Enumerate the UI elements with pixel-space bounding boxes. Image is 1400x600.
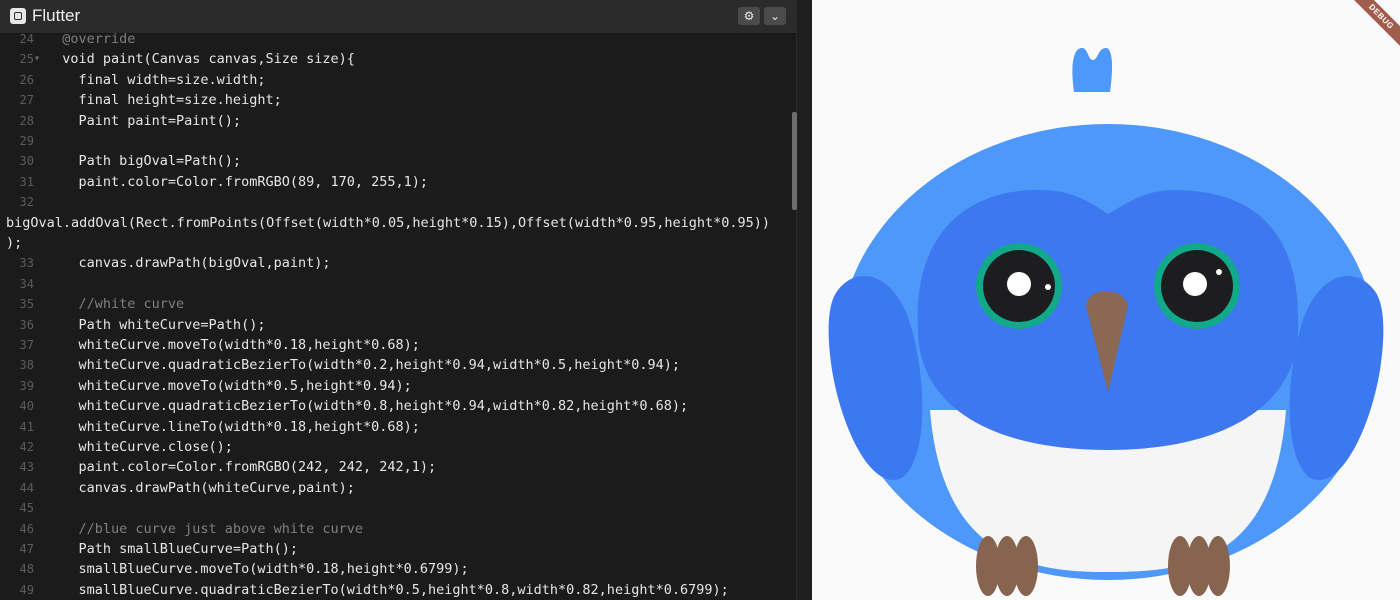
code-line[interactable]: 34 xyxy=(0,274,796,294)
code-line[interactable]: 43 paint.color=Color.fromRGBO(242, 242, … xyxy=(0,457,796,477)
code-line[interactable]: 26 final width=size.width; xyxy=(0,70,796,90)
line-number: 27 xyxy=(19,93,34,108)
code-text: //white curve xyxy=(46,296,185,313)
owl-eye-right-highlight xyxy=(1183,272,1207,296)
code-text: whiteCurve.quadraticBezierTo(width*0.8,h… xyxy=(46,398,689,415)
code-line[interactable]: bigOval.addOval(Rect.fromPoints(Offset(w… xyxy=(0,213,796,233)
line-number: 48 xyxy=(19,562,34,577)
line-number: 41 xyxy=(19,419,34,434)
code-text: whiteCurve.lineTo(width*0.18,height*0.68… xyxy=(46,418,420,435)
app-preview: DEBUG xyxy=(812,0,1400,600)
gear-icon: ⚙ xyxy=(743,9,755,23)
code-area[interactable]: 24 @override 25 ▾ void paint(Canvas canvas… xyxy=(0,29,796,600)
code-line[interactable]: 39 whiteCurve.moveTo(width*0.5,height*0.… xyxy=(0,376,796,396)
code-editor: Flutter ⚙ ⌄ 24 @override 25 ▾ void paint(C… xyxy=(0,0,812,600)
code-line[interactable]: 37 whiteCurve.moveTo(width*0.18,height*0… xyxy=(0,335,796,355)
code-line[interactable]: 48 smallBlueCurve.moveTo(width*0.18,heig… xyxy=(0,559,796,579)
code-line[interactable]: 36 Path whiteCurve=Path(); xyxy=(0,315,796,335)
code-line[interactable]: 33 canvas.drawPath(bigOval,paint); xyxy=(0,253,796,273)
fold-toggle-icon[interactable]: ▾ xyxy=(34,49,40,69)
code-text: canvas.drawPath(whiteCurve,paint); xyxy=(46,479,355,496)
code-text: canvas.drawPath(bigOval,paint); xyxy=(46,255,331,272)
code-line[interactable]: 47 Path smallBlueCurve=Path(); xyxy=(0,539,796,559)
code-text: //blue curve just above white curve xyxy=(46,520,363,537)
code-line[interactable]: ); xyxy=(0,233,796,253)
line-number: 49 xyxy=(19,582,34,597)
line-number: 32 xyxy=(19,195,34,210)
line-number: 44 xyxy=(19,480,34,495)
code-text: paint.color=Color.fromRGBO(242, 242, 242… xyxy=(46,459,437,476)
code-text: final width=size.width; xyxy=(46,71,266,88)
code-text: Path smallBlueCurve=Path(); xyxy=(46,541,298,557)
line-number: 34 xyxy=(19,276,34,291)
code-line[interactable]: 41 whiteCurve.lineTo(width*0.18,height*0… xyxy=(0,417,796,437)
line-number: 38 xyxy=(19,358,34,373)
line-number: 46 xyxy=(19,521,34,536)
code-line[interactable]: 29 xyxy=(0,131,796,151)
scrollbar-track[interactable] xyxy=(796,0,812,600)
owl-foot-right-3 xyxy=(1206,536,1230,596)
code-text: paint.color=Color.fromRGBO(89, 170, 255,… xyxy=(46,173,429,190)
code-line[interactable]: 32 xyxy=(0,192,796,212)
code-line[interactable]: 38 whiteCurve.quadraticBezierTo(width*0.… xyxy=(0,355,796,375)
owl-illustration xyxy=(828,48,1384,596)
code-line[interactable]: 24 @override xyxy=(0,29,796,49)
code-text: Path whiteCurve=Path(); xyxy=(46,316,266,333)
code-text: whiteCurve.moveTo(width*0.18,height*0.68… xyxy=(46,337,420,353)
line-number: 25 xyxy=(19,52,34,67)
owl-eye-left-glint xyxy=(1045,284,1051,290)
line-number: 45 xyxy=(19,501,34,516)
code-text: ); xyxy=(6,235,23,251)
code-text: Path bigOval=Path(); xyxy=(46,153,242,170)
scrollbar-thumb[interactable] xyxy=(792,112,797,210)
code-text: @override xyxy=(46,31,136,47)
line-number: 37 xyxy=(19,338,34,352)
line-number: 30 xyxy=(19,154,34,169)
line-number: 39 xyxy=(19,378,34,393)
code-text: smallBlueCurve.quadraticBezierTo(width*0… xyxy=(46,581,729,598)
line-number: 31 xyxy=(19,174,34,189)
line-number: 42 xyxy=(19,440,34,454)
flutter-logo-icon xyxy=(10,8,26,24)
code-line[interactable]: 44 canvas.drawPath(whiteCurve,paint); xyxy=(0,478,796,498)
chevron-down-icon: ⌄ xyxy=(769,9,781,23)
code-text: void paint(Canvas canvas,Size size){ xyxy=(46,51,355,68)
code-line[interactable]: 45 xyxy=(0,498,796,518)
code-line[interactable]: 42 whiteCurve.close(); xyxy=(0,437,796,457)
line-number: 43 xyxy=(19,460,34,475)
line-number: 28 xyxy=(19,113,34,128)
code-line[interactable]: 46 //blue curve just above white curve xyxy=(0,519,796,539)
line-number: 26 xyxy=(19,72,34,87)
owl-tuft xyxy=(1072,48,1113,92)
code-text: smallBlueCurve.moveTo(width*0.18,height*… xyxy=(46,561,469,578)
code-line[interactable]: 40 whiteCurve.quadraticBezierTo(width*0.… xyxy=(0,396,796,416)
line-number: 29 xyxy=(19,134,34,148)
menu-button[interactable]: ⌄ xyxy=(764,7,786,25)
code-line[interactable]: 31 paint.color=Color.fromRGBO(89, 170, 2… xyxy=(0,172,796,192)
code-line[interactable]: 25 ▾ void paint(Canvas canvas,Size size){ xyxy=(0,49,796,69)
owl-eye-right-glint xyxy=(1216,269,1222,275)
code-text: whiteCurve.quadraticBezierTo(width*0.2,h… xyxy=(46,357,680,374)
line-number: 40 xyxy=(19,399,34,414)
line-number: 47 xyxy=(19,542,34,556)
code-text: final height=size.height; xyxy=(46,92,282,109)
line-number: 35 xyxy=(19,297,34,312)
code-line[interactable]: 30 Path bigOval=Path(); xyxy=(0,151,796,171)
app-title: Flutter xyxy=(32,6,81,25)
code-line[interactable]: 35 //white curve xyxy=(0,294,796,314)
code-text: Paint paint=Paint(); xyxy=(46,112,242,129)
code-line[interactable]: 49 smallBlueCurve.quadraticBezierTo(widt… xyxy=(0,580,796,600)
code-text: whiteCurve.close(); xyxy=(46,439,233,455)
settings-button[interactable]: ⚙ xyxy=(738,7,760,25)
code-line[interactable]: 28 Paint paint=Paint(); xyxy=(0,111,796,131)
code-text: bigOval.addOval(Rect.fromPoints(Offset(w… xyxy=(6,214,771,231)
owl-eye-left-highlight xyxy=(1007,272,1031,296)
owl-foot-left-3 xyxy=(1014,536,1038,596)
line-number: 36 xyxy=(19,317,34,332)
line-number: 33 xyxy=(19,256,34,271)
code-text: whiteCurve.moveTo(width*0.5,height*0.94)… xyxy=(46,377,412,394)
code-line[interactable]: 27 final height=size.height; xyxy=(0,90,796,110)
line-number: 24 xyxy=(19,32,34,46)
